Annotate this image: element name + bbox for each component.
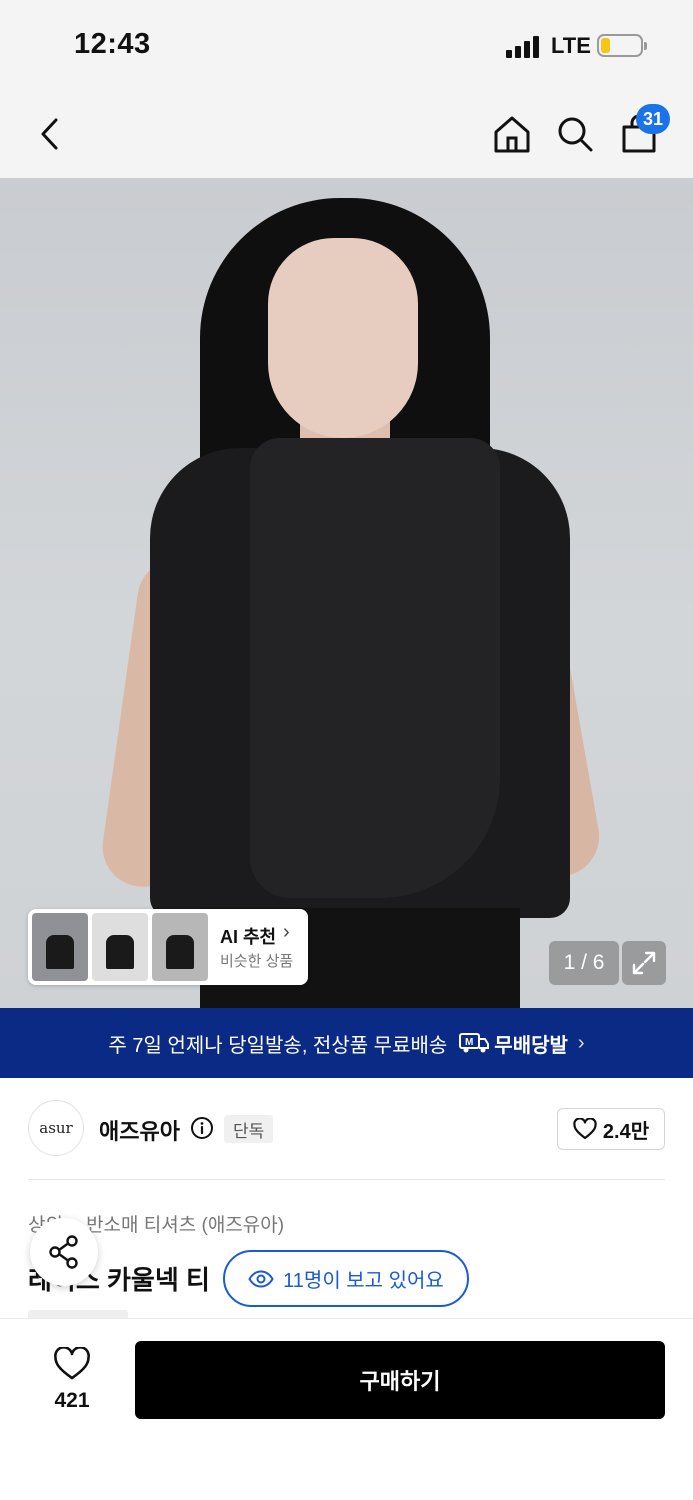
back-button[interactable] bbox=[24, 108, 76, 160]
status-bar: 12:43 LTE bbox=[0, 0, 693, 90]
signal-icon bbox=[506, 36, 542, 58]
promo-text: 주 7일 언제나 당일발송, 전상품 무료배송 bbox=[108, 1034, 448, 1057]
bottom-action-bar: 421 구매하기 bbox=[0, 1318, 693, 1500]
exclusive-badge: 단독 bbox=[224, 1115, 274, 1143]
brand-like-count: 2.4만 bbox=[602, 1120, 650, 1143]
search-button[interactable] bbox=[549, 108, 601, 160]
chevron-right-icon: › bbox=[577, 1031, 585, 1054]
divider bbox=[28, 1179, 665, 1180]
wishlist-button[interactable]: 421 bbox=[36, 1343, 108, 1413]
expand-button[interactable] bbox=[622, 941, 666, 985]
recommend-thumbnail bbox=[92, 913, 148, 981]
brand-row: asur 애즈유아 단독 2.4만 bbox=[0, 1078, 693, 1180]
ai-recommend-subtitle: 비슷한 상품 bbox=[220, 953, 294, 970]
breadcrumb-item[interactable]: 반소매 티셔츠 (애즈유아) bbox=[86, 1215, 284, 1236]
image-page-counter: 1 / 6 bbox=[549, 941, 619, 985]
chevron-right-icon: › bbox=[283, 921, 290, 943]
expand-icon bbox=[632, 951, 656, 975]
heart-icon bbox=[573, 1118, 597, 1140]
battery-icon bbox=[597, 34, 643, 57]
promo-logo: M 무배당발 bbox=[459, 1029, 568, 1058]
recommend-thumbnail bbox=[152, 913, 208, 981]
brand-like-button[interactable]: 2.4만 bbox=[557, 1108, 665, 1150]
eye-icon bbox=[248, 1269, 274, 1288]
product-image-carousel[interactable] bbox=[0, 178, 693, 1008]
svg-text:M: M bbox=[465, 1037, 473, 1048]
model-face bbox=[268, 238, 418, 438]
delivery-truck-icon: M bbox=[459, 1033, 490, 1053]
heart-icon bbox=[54, 1347, 90, 1380]
home-icon bbox=[494, 116, 530, 153]
network-type: LTE bbox=[551, 33, 591, 58]
search-icon bbox=[558, 117, 593, 152]
recommend-thumbnail bbox=[32, 913, 88, 981]
ai-recommend-title: AI 추천 bbox=[220, 927, 277, 947]
share-icon bbox=[49, 1235, 78, 1269]
wishlist-count: 421 bbox=[54, 1389, 90, 1412]
chevron-left-icon bbox=[41, 118, 58, 150]
promo-banner[interactable]: 주 7일 언제나 당일발송, 전상품 무료배송 M 무배당발 › bbox=[0, 1008, 693, 1078]
brand-name[interactable]: 애즈유아 bbox=[99, 1114, 180, 1146]
share-button[interactable] bbox=[30, 1218, 98, 1286]
status-time: 12:43 bbox=[74, 28, 151, 60]
home-button[interactable] bbox=[486, 108, 538, 160]
viewers-text: 11명이 보고 있어요 bbox=[283, 1270, 444, 1292]
cart-count-badge: 31 bbox=[636, 104, 670, 134]
ai-recommend-card[interactable]: AI 추천 › 비슷한 상품 bbox=[28, 909, 308, 985]
viewers-count-pill[interactable]: 11명이 보고 있어요 bbox=[223, 1250, 469, 1307]
brand-logo[interactable]: asur bbox=[28, 1100, 84, 1156]
promo-logo-text: 무배당발 bbox=[494, 1034, 568, 1057]
app-header bbox=[0, 90, 693, 178]
info-icon[interactable] bbox=[190, 1116, 214, 1140]
buy-button[interactable]: 구매하기 bbox=[135, 1341, 665, 1419]
